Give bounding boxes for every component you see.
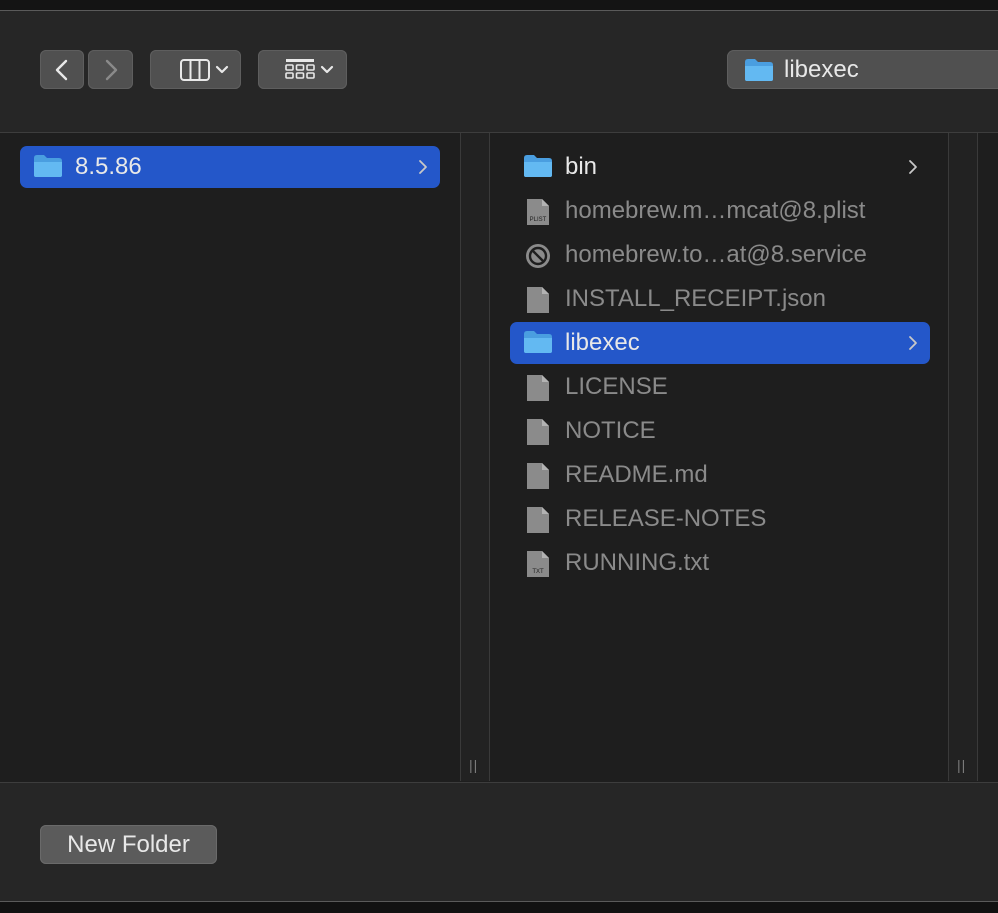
- resize-grip-icon: ||: [469, 757, 479, 773]
- txt-file-icon: TXT: [523, 549, 553, 584]
- list-item[interactable]: LICENSE: [510, 366, 930, 408]
- folder-icon: [524, 155, 552, 177]
- chevron-right-icon: [105, 59, 117, 80]
- list-item-label: bin: [565, 153, 598, 180]
- document-icon: [527, 419, 549, 445]
- list-item[interactable]: TXT RUNNING.txt: [510, 542, 930, 584]
- bottom-bar: New Folder: [0, 782, 998, 901]
- folder-icon: [34, 155, 62, 177]
- list-item-label: LICENSE: [565, 373, 668, 400]
- chevron-right-icon: [419, 160, 427, 174]
- window-top-edge: [0, 0, 998, 11]
- forward-button[interactable]: [88, 50, 133, 89]
- document-icon: [527, 463, 549, 489]
- chevron-right-icon: [909, 336, 917, 350]
- grid-group-icon: [284, 58, 333, 79]
- list-item-label: README.md: [565, 461, 708, 488]
- toolbar: libexec: [0, 11, 998, 133]
- list-item[interactable]: README.md: [510, 454, 930, 496]
- document-icon: [523, 417, 553, 452]
- folder-icon: [33, 153, 63, 184]
- svg-text:TXT: TXT: [532, 569, 544, 575]
- path-popup-label: libexec: [784, 56, 859, 83]
- resize-grip-icon: ||: [957, 757, 967, 773]
- document-icon: [523, 505, 553, 540]
- folder-icon: [523, 153, 553, 184]
- list-item[interactable]: RELEASE-NOTES: [510, 498, 930, 540]
- list-item-label: NOTICE: [565, 417, 656, 444]
- column-1: 8.5.86: [0, 133, 461, 781]
- list-item[interactable]: libexec: [510, 322, 930, 364]
- document-icon: [523, 373, 553, 408]
- group-by-button[interactable]: [258, 50, 347, 89]
- new-folder-button[interactable]: New Folder: [40, 825, 217, 864]
- document-icon: [523, 285, 553, 320]
- txt-file-icon: TXT: [527, 551, 549, 577]
- list-item[interactable]: homebrew.to…at@8.service: [510, 234, 930, 276]
- window-bottom-edge: [0, 901, 998, 913]
- list-item-label: RUNNING.txt: [565, 549, 709, 576]
- folder-icon: [524, 331, 552, 353]
- back-button[interactable]: [40, 50, 84, 89]
- list-item[interactable]: bin: [510, 146, 930, 188]
- column-2-resize-handle[interactable]: ||: [949, 133, 978, 781]
- list-item-label: RELEASE-NOTES: [565, 505, 767, 532]
- blocked-file-icon: [523, 241, 553, 276]
- folder-icon: [523, 329, 553, 360]
- document-icon: [527, 287, 549, 313]
- column-2: bin PLIST homebrew.m…mcat@8.plist homebrew.…: [490, 133, 949, 781]
- list-item[interactable]: PLIST homebrew.m…mcat@8.plist: [510, 190, 930, 232]
- list-item-label: INSTALL_RECEIPT.json: [565, 285, 826, 312]
- list-item-label: homebrew.to…at@8.service: [565, 241, 867, 268]
- list-item[interactable]: 8.5.86: [20, 146, 440, 188]
- document-icon: [523, 461, 553, 496]
- list-item-label: homebrew.m…mcat@8.plist: [565, 197, 866, 224]
- chevron-right-icon: [418, 159, 428, 180]
- svg-text:PLIST: PLIST: [530, 217, 547, 223]
- chevron-right-icon: [908, 335, 918, 356]
- column-browser: 8.5.86 || bin PLIST homebrew.m…mcat@8.plis…: [0, 133, 998, 781]
- path-popup-button[interactable]: libexec: [727, 50, 998, 89]
- document-icon: [527, 375, 549, 401]
- blocked-file-icon: [526, 244, 550, 268]
- list-item[interactable]: NOTICE: [510, 410, 930, 452]
- chevron-right-icon: [909, 160, 917, 174]
- plist-file-icon: PLIST: [523, 197, 553, 232]
- chevron-left-icon: [55, 59, 68, 80]
- list-item-label: 8.5.86: [75, 153, 142, 180]
- finder-save-panel: libexec 8.5.86 || bin PLIST homebrew.m…mca…: [0, 0, 998, 913]
- folder-icon: [745, 59, 773, 81]
- list-item[interactable]: INSTALL_RECEIPT.json: [510, 278, 930, 320]
- list-item-label: libexec: [565, 329, 640, 356]
- chevron-right-icon: [908, 159, 918, 180]
- document-icon: [527, 507, 549, 533]
- columns-view-icon: [179, 58, 228, 81]
- plist-file-icon: PLIST: [527, 199, 549, 225]
- view-mode-button[interactable]: [150, 50, 241, 89]
- column-1-resize-handle[interactable]: ||: [461, 133, 490, 781]
- column-3: [978, 133, 998, 781]
